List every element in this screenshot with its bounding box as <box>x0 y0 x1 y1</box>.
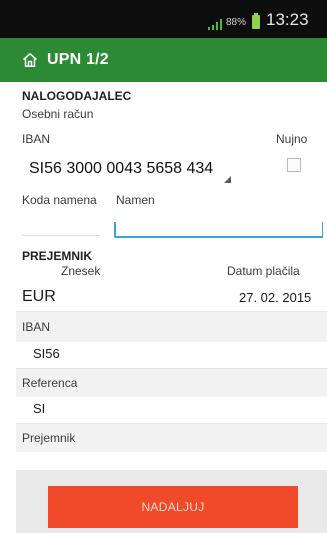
signal-icon <box>208 19 222 30</box>
amount-label: Znesek <box>61 264 101 278</box>
payer-iban-value: SI56 3000 0043 5658 434 <box>29 160 214 177</box>
battery-icon <box>252 13 260 29</box>
reference-value[interactable]: SI <box>33 401 45 416</box>
payer-iban-label: IBAN <box>22 132 51 146</box>
reference-label: Referenca <box>22 376 78 390</box>
recipient-iban-value[interactable]: SI56 <box>33 346 60 361</box>
currency-value[interactable]: EUR <box>22 288 56 306</box>
payment-date-value[interactable]: 27. 02. 2015 <box>239 290 311 305</box>
payment-date-label: Datum plačila <box>227 264 300 278</box>
urgent-checkbox[interactable] <box>287 158 301 172</box>
recipient-section-title: PREJEMNIK <box>22 249 93 263</box>
purpose-code-field[interactable] <box>22 235 100 236</box>
continue-button[interactable]: NADALJUJ <box>48 486 298 528</box>
purpose-code-label: Koda namena <box>22 193 97 207</box>
dropdown-arrow-icon <box>224 176 231 183</box>
clock: 13:23 <box>266 10 309 29</box>
home-icon[interactable] <box>22 52 38 68</box>
account-label: Osebni račun <box>22 107 94 121</box>
recipient-iban-label: IBAN <box>22 320 51 334</box>
purpose-input[interactable] <box>114 222 323 238</box>
status-bar: 88% 13:23 <box>0 0 327 38</box>
battery-percent: 88% <box>226 17 247 28</box>
page-title: UPN 1/2 <box>47 51 109 68</box>
recipient-iban-label-row <box>16 312 327 342</box>
urgent-label: Nujno <box>276 132 308 146</box>
recipient-name-label: Prejemnik <box>22 431 76 445</box>
purpose-label: Namen <box>116 193 155 207</box>
payer-section-title: NALOGODAJALEC <box>22 89 132 103</box>
